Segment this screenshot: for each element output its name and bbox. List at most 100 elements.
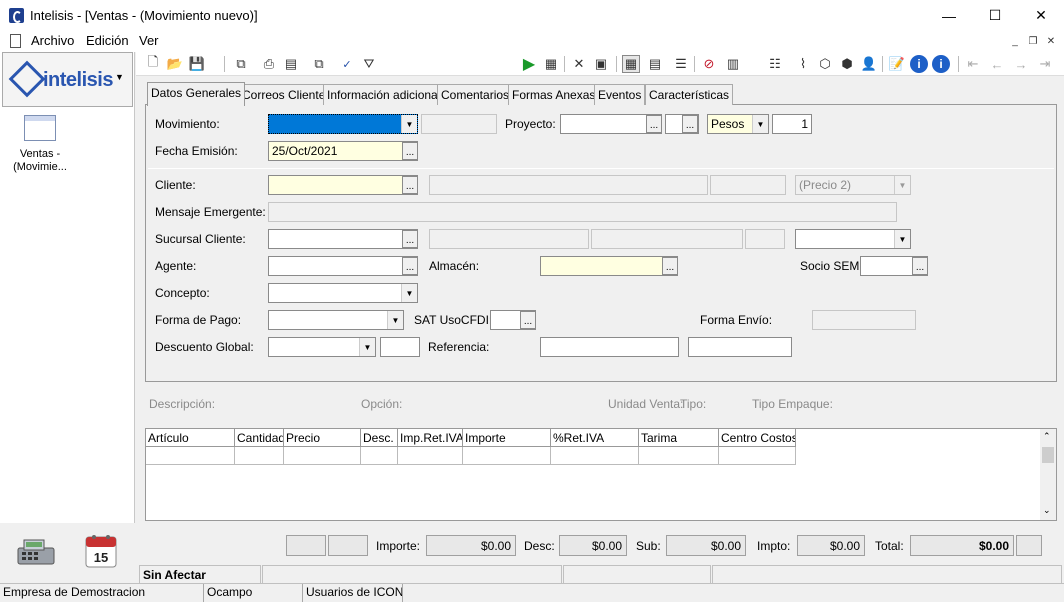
first-icon[interactable]: ⇤ (964, 55, 982, 73)
cliente-input[interactable] (268, 175, 418, 195)
close-button[interactable]: ✕ (1018, 0, 1064, 31)
chevron-down-icon[interactable]: ▼ (894, 176, 910, 194)
box-icon[interactable]: ⬡ (816, 55, 834, 73)
concepto-select[interactable] (268, 283, 418, 303)
almacen-lookup-button[interactable]: ... (662, 257, 678, 275)
notes-icon[interactable]: 📝 (888, 55, 906, 73)
copy-icon[interactable]: ⧉ (232, 55, 250, 73)
grid-cell[interactable] (719, 447, 796, 465)
tab-correos-cliente[interactable]: Correos Cliente (238, 84, 330, 105)
column-header-articulo[interactable]: Artículo (146, 429, 235, 447)
nav-item-ventas[interactable]: Ventas - (Movimie... (4, 148, 76, 174)
info-icon[interactable]: i (910, 55, 928, 73)
column-header-desc[interactable]: Desc. (361, 429, 398, 447)
prev-icon[interactable]: ← (988, 55, 1006, 73)
column-header-imp-ret-iva[interactable]: Imp.Ret.IVA (398, 429, 463, 447)
tab-datos-generales[interactable]: Datos Generales (147, 82, 246, 106)
report-icon[interactable]: ▣ (592, 55, 610, 73)
run-icon[interactable]: ▶ (520, 55, 538, 73)
referencia-extra-input[interactable] (688, 337, 792, 357)
menu-archivo[interactable]: Archivo (31, 33, 74, 48)
grid-cell[interactable] (235, 447, 284, 465)
column-header-ret-iva[interactable]: %Ret.IVA (551, 429, 639, 447)
tipo-cambio-input[interactable]: 1 (772, 114, 812, 134)
minimize-button[interactable]: — (926, 0, 972, 31)
list-view-icon[interactable]: ☰ (672, 55, 690, 73)
agente-input[interactable] (268, 256, 418, 276)
column-header-importe[interactable]: Importe (463, 429, 551, 447)
grid-cell[interactable] (361, 447, 398, 465)
tab-formas-anexas[interactable]: Formas Anexas (508, 84, 600, 105)
grid-cell[interactable] (551, 447, 639, 465)
attach-icon[interactable]: ⌇ (794, 55, 812, 73)
calendar-icon[interactable]: 15 (84, 533, 118, 569)
duplicate-icon[interactable]: ⧉ (310, 55, 328, 73)
grid-cell[interactable] (284, 447, 361, 465)
save-icon[interactable]: 💾 (188, 55, 206, 73)
maximize-button[interactable]: ☐ (972, 0, 1018, 31)
menu-edicion[interactable]: Edición (86, 33, 129, 48)
filter-icon[interactable]: ⛛ (360, 55, 378, 73)
mdi-close-icon[interactable]: ✕ (1044, 35, 1058, 48)
fecha-lookup-button[interactable]: ... (402, 142, 418, 160)
user-icon[interactable]: 👤 (860, 55, 878, 73)
chevron-down-icon[interactable]: ▼ (894, 230, 910, 248)
fecha-emision-input[interactable]: 25/Oct/2021 (268, 141, 418, 161)
info2-icon[interactable]: i (932, 55, 950, 73)
open-icon[interactable]: 📂 (166, 55, 184, 73)
app-icon[interactable] (9, 8, 24, 23)
chevron-down-icon[interactable]: ▼ (752, 115, 768, 133)
grid-view-icon[interactable]: ▦ (622, 55, 640, 73)
grid-cell[interactable] (146, 447, 235, 465)
menu-ver[interactable]: Ver (139, 33, 159, 48)
logo-button[interactable]: intelisis ▼ (2, 52, 133, 107)
proyecto-sub-lookup-button[interactable]: ... (682, 115, 698, 133)
mdi-minimize-icon[interactable]: _ (1008, 35, 1022, 48)
list-icon[interactable]: ☷ (766, 55, 784, 73)
last-icon[interactable]: ⇥ (1036, 55, 1054, 73)
proyecto-lookup-button[interactable]: ... (646, 115, 662, 133)
print-icon[interactable]: ⎙ (260, 55, 278, 73)
boxes-icon[interactable]: ⬢ (838, 55, 856, 73)
scroll-up-icon[interactable]: ⌃ (1043, 431, 1051, 442)
chevron-down-icon[interactable]: ▼ (387, 311, 403, 329)
cash-register-icon[interactable] (12, 534, 58, 568)
grid-cell[interactable] (639, 447, 719, 465)
movimiento-select[interactable] (268, 114, 418, 134)
column-header-precio[interactable]: Precio (284, 429, 361, 447)
preview-icon[interactable]: ▤ (282, 55, 300, 73)
spellcheck-icon[interactable]: ✓ (338, 55, 356, 73)
forma-pago-select[interactable] (268, 310, 404, 330)
sat-lookup-button[interactable]: ... (520, 311, 536, 329)
cliente-lookup-button[interactable]: ... (402, 176, 418, 194)
sucursal-lookup-button[interactable]: ... (402, 230, 418, 248)
document-icon[interactable] (10, 34, 21, 48)
sucursal-input[interactable] (268, 229, 418, 249)
window-icon[interactable] (24, 115, 56, 141)
chevron-down-icon[interactable]: ▼ (359, 338, 375, 356)
scroll-thumb[interactable] (1042, 447, 1054, 463)
descuento-input[interactable] (380, 337, 420, 357)
grid-cell[interactable] (463, 447, 551, 465)
socio-lookup-button[interactable]: ... (912, 257, 928, 275)
disable-icon[interactable]: ⊘ (700, 55, 718, 73)
chevron-down-icon[interactable]: ▼ (401, 115, 417, 133)
calculator-icon[interactable]: ▦ (542, 55, 560, 73)
form-view-icon[interactable]: ▤ (646, 55, 664, 73)
column-header-tarima[interactable]: Tarima (639, 429, 719, 447)
tab-caracteristicas[interactable]: Características (645, 84, 734, 105)
tab-comentarios[interactable]: Comentarios (437, 84, 514, 105)
new-icon[interactable]: 🗋 (144, 54, 162, 73)
agente-lookup-button[interactable]: ... (402, 257, 418, 275)
tab-informacion-adicional[interactable]: Información adicional (323, 84, 445, 105)
chevron-down-icon[interactable]: ▼ (401, 284, 417, 302)
referencia-input[interactable] (540, 337, 679, 357)
cancel-icon[interactable]: ✕ (570, 55, 588, 73)
scroll-down-icon[interactable]: ⌄ (1043, 505, 1051, 516)
mdi-restore-icon[interactable]: ❐ (1026, 35, 1040, 48)
tab-eventos[interactable]: Eventos (594, 84, 646, 105)
grid-scrollbar[interactable]: ⌃ ⌄ (1040, 429, 1056, 520)
next-icon[interactable]: → (1012, 55, 1030, 73)
almacen-input[interactable] (540, 256, 678, 276)
column-header-cantidad[interactable]: Cantidad (235, 429, 284, 447)
